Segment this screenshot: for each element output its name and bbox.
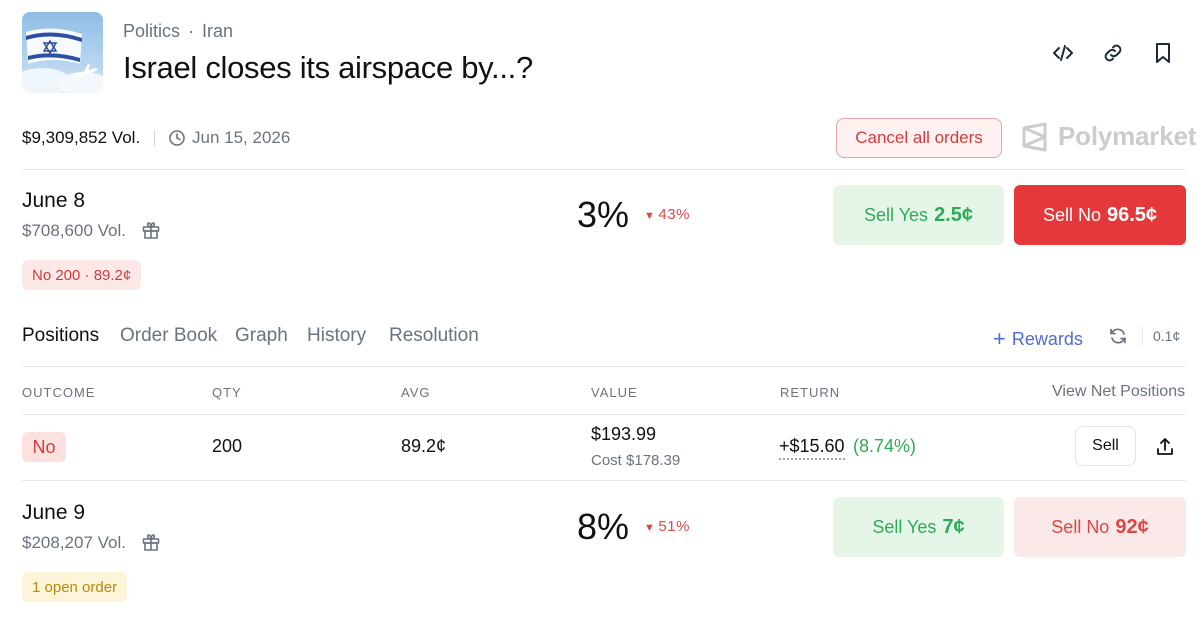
down-triangle-icon: ▼ — [644, 210, 656, 222]
divider — [22, 414, 1186, 415]
divider — [22, 169, 1186, 170]
rewards-link[interactable]: + Rewards — [993, 325, 1083, 351]
sell-yes-price: 7¢ — [942, 515, 965, 538]
breadcrumb-category[interactable]: Politics — [123, 21, 180, 41]
polymarket-logo-icon — [1021, 122, 1049, 152]
divider — [22, 480, 1186, 481]
sell-no-label: Sell No — [1042, 204, 1101, 225]
down-triangle-icon: ▼ — [644, 522, 656, 534]
column-header-qty: QTY — [212, 385, 242, 400]
divider — [154, 130, 155, 146]
embed-code-icon[interactable] — [1050, 40, 1076, 66]
market-probability: 3% — [577, 194, 630, 235]
column-header-value: VALUE — [591, 385, 638, 400]
breadcrumb-separator: · — [188, 21, 195, 41]
sell-yes-label: Sell Yes — [864, 204, 929, 225]
sell-yes-label: Sell Yes — [872, 516, 937, 537]
sell-no-price: 96.5¢ — [1106, 203, 1158, 226]
open-order-badge[interactable]: 1 open order — [22, 572, 128, 602]
rewards-label: Rewards — [1011, 329, 1083, 349]
sell-yes-button[interactable]: Sell Yes 7¢ — [833, 497, 1004, 557]
share-icon[interactable] — [1154, 436, 1176, 458]
sell-position-button[interactable]: Sell — [1075, 426, 1136, 466]
breadcrumb-subcategory[interactable]: Iran — [202, 21, 233, 41]
tab-history[interactable]: History — [307, 325, 366, 347]
market-name[interactable]: June 8 — [22, 189, 85, 213]
copy-link-icon[interactable] — [1100, 40, 1126, 66]
column-header-return: RETURN — [780, 385, 841, 400]
divider — [22, 366, 1186, 367]
market-probability: 8% — [577, 506, 630, 547]
sell-no-button[interactable]: Sell No 96.5¢ — [1014, 185, 1186, 245]
probability-change: ▼ 51% — [644, 518, 690, 535]
refresh-icon[interactable] — [1108, 326, 1128, 346]
market-thumbnail — [22, 12, 103, 93]
page-title: Israel closes its airspace by...? — [123, 50, 533, 85]
position-value: $193.99 — [591, 424, 657, 444]
clock-icon — [168, 129, 186, 147]
sell-no-button[interactable]: Sell No 92¢ — [1014, 497, 1186, 557]
gift-icon[interactable] — [141, 220, 161, 240]
probability-change-value: 51% — [658, 518, 690, 535]
market-name[interactable]: June 9 — [22, 501, 85, 525]
market-volume: $208,207 Vol. — [22, 533, 126, 552]
tab-positions[interactable]: Positions — [22, 325, 99, 347]
tab-order-book[interactable]: Order Book — [120, 325, 217, 347]
end-date: Jun 15, 2026 — [192, 128, 291, 147]
position-return-percent: (8.74%) — [853, 436, 917, 456]
total-volume: $9,309,852 Vol. — [22, 128, 141, 147]
divider — [1142, 326, 1143, 346]
outcome-badge: No — [22, 432, 66, 462]
bookmark-icon[interactable] — [1150, 40, 1176, 66]
breadcrumb: Politics · Iran — [123, 21, 233, 42]
view-net-positions-link[interactable]: View Net Positions — [1052, 383, 1185, 401]
tab-resolution[interactable]: Resolution — [389, 325, 479, 347]
plus-icon: + — [993, 326, 1006, 351]
cancel-all-orders-button[interactable]: Cancel all orders — [836, 118, 1002, 158]
sell-no-price: 92¢ — [1115, 515, 1149, 538]
position-return-value[interactable]: +$15.60 — [779, 436, 845, 460]
position-qty: 200 — [212, 436, 243, 456]
position-avg: 89.2¢ — [401, 436, 447, 456]
polymarket-brand: Polymarket — [1058, 121, 1197, 151]
tab-graph[interactable]: Graph — [235, 325, 288, 347]
probability-change: ▼ 43% — [644, 206, 690, 223]
probability-change-value: 43% — [658, 206, 690, 223]
sell-yes-price: 2.5¢ — [934, 203, 973, 226]
column-header-avg: AVG — [401, 385, 431, 400]
column-header-outcome: OUTCOME — [22, 385, 96, 400]
position-badge[interactable]: No 200 · 89.2¢ — [22, 260, 142, 290]
position-cost: Cost $178.39 — [591, 452, 681, 469]
market-volume: $708,600 Vol. — [22, 221, 126, 240]
sell-yes-button[interactable]: Sell Yes 2.5¢ — [833, 185, 1004, 245]
sell-no-label: Sell No — [1051, 516, 1110, 537]
gift-icon[interactable] — [141, 532, 161, 552]
tick-size[interactable]: 0.1¢ — [1153, 328, 1180, 344]
